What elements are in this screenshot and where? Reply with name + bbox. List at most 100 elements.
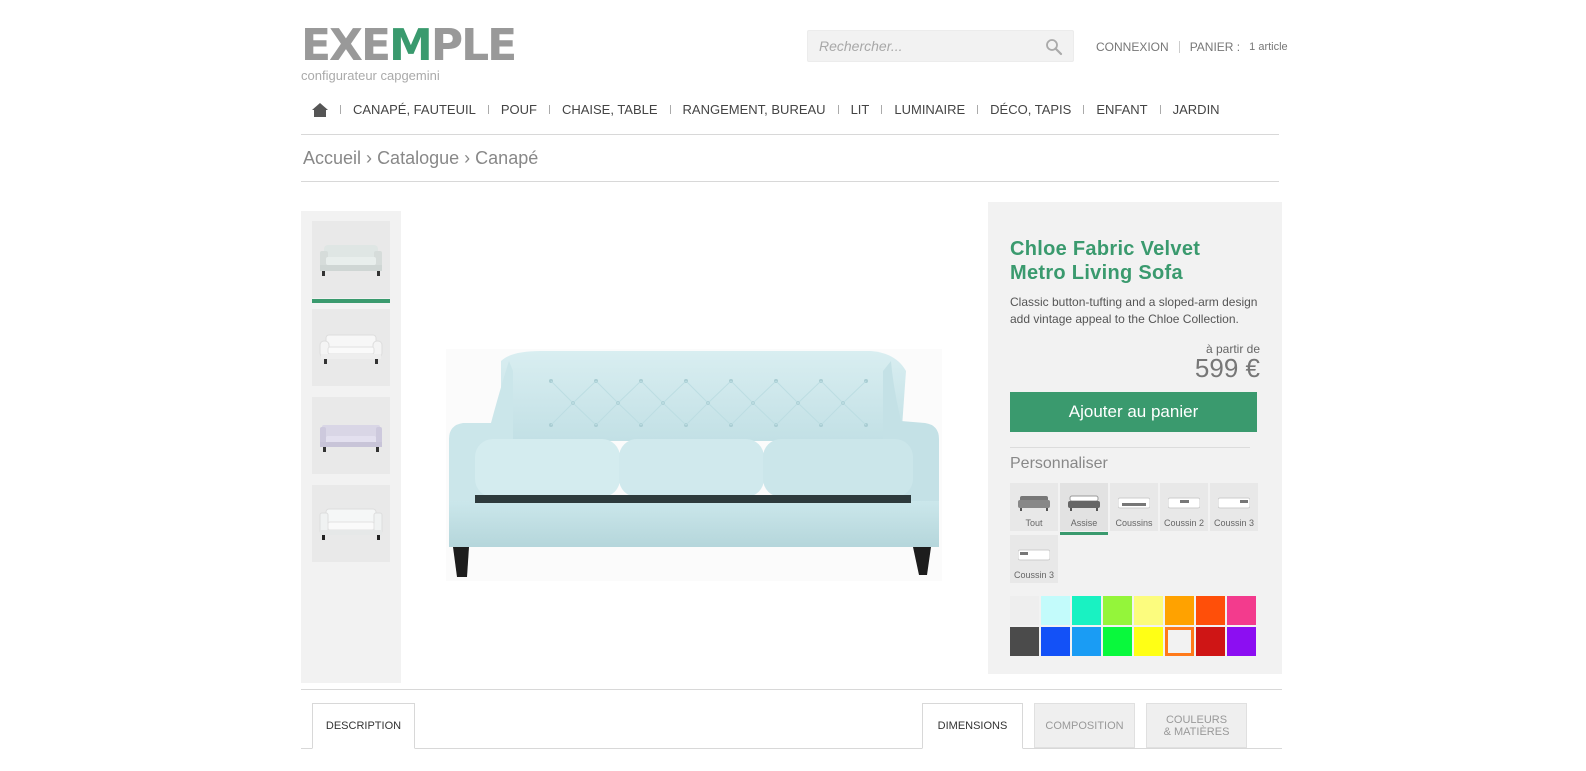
nav-divider xyxy=(669,105,671,114)
swatch-sky-blue[interactable] xyxy=(1072,627,1101,656)
sofa-thumbnail-icon xyxy=(320,245,382,276)
nav-item-luminaire[interactable]: LUMINAIRE xyxy=(894,102,965,117)
part-coussin-3[interactable]: Coussin 3 xyxy=(1210,483,1258,531)
breadcrumb-separator: › xyxy=(366,148,373,168)
swatch-selected[interactable] xyxy=(1165,627,1194,656)
product-price: 599 € xyxy=(1194,353,1260,383)
breadcrumb-catalogue[interactable]: Catalogue xyxy=(377,148,459,168)
tab-colors-line1: COULEURS xyxy=(1165,713,1228,726)
sofa-thumbnail-icon xyxy=(319,334,383,364)
swatch-light-gray[interactable] xyxy=(1010,596,1039,625)
search-icon[interactable] xyxy=(1045,38,1063,56)
logo-text-accent: M xyxy=(389,20,433,71)
tabs-baseline xyxy=(301,748,1282,749)
thumbnail-strip xyxy=(301,211,401,683)
breadcrumb-current: Canapé xyxy=(475,148,539,168)
sofa-cushions-icon xyxy=(1118,497,1150,509)
part-label: Coussin 3 xyxy=(1213,518,1255,528)
home-icon[interactable] xyxy=(312,102,328,117)
part-label: Coussin 3 xyxy=(1013,570,1055,580)
nav-item-chaise[interactable]: CHAISE, TABLE xyxy=(562,102,658,117)
main-nav: CANAPÉ, FAUTEUIL POUF CHAISE, TABLE RANG… xyxy=(312,102,1220,117)
swatch-pale-cyan[interactable] xyxy=(1041,596,1070,625)
nav-divider xyxy=(1159,105,1161,114)
sofa-seat-icon xyxy=(1068,495,1100,511)
nav-divider xyxy=(487,105,489,114)
cart-link[interactable]: PANIER : xyxy=(1190,40,1240,54)
product-panel: Chloe Fabric Velvet Metro Living Sofa Cl… xyxy=(988,202,1282,674)
search-input[interactable] xyxy=(808,31,1028,61)
sofa-full-icon xyxy=(1018,496,1050,511)
nav-item-deco[interactable]: DÉCO, TAPIS xyxy=(990,102,1071,117)
swatch-blue[interactable] xyxy=(1041,627,1070,656)
sofa-image xyxy=(446,349,942,581)
swatch-green[interactable] xyxy=(1103,627,1132,656)
cart-count[interactable]: 1 article xyxy=(1249,41,1288,53)
swatch-yellow[interactable] xyxy=(1134,627,1163,656)
product-main-image xyxy=(401,211,987,683)
logo-wordmark: EXEMPLE xyxy=(301,20,517,71)
breadcrumb: Accueil › Catalogue › Canapé xyxy=(303,148,538,169)
breadcrumb-separator: › xyxy=(464,148,471,168)
swatch-purple[interactable] xyxy=(1227,627,1256,656)
nav-divider xyxy=(837,105,839,114)
nav-item-jardin[interactable]: JARDIN xyxy=(1173,102,1220,117)
thumbnail-1[interactable] xyxy=(312,221,390,298)
login-link[interactable]: CONNEXION xyxy=(1096,40,1169,54)
swatch-orange[interactable] xyxy=(1165,596,1194,625)
swatch-dark-gray[interactable] xyxy=(1010,627,1039,656)
nav-divider xyxy=(977,105,979,114)
tab-colors-materials[interactable]: COULEURS & MATIÈRES xyxy=(1146,703,1247,748)
part-coussins[interactable]: Coussins xyxy=(1110,483,1158,531)
content-rule xyxy=(301,689,1282,690)
part-coussin-2[interactable]: Coussin 2 xyxy=(1160,483,1208,531)
divider xyxy=(1178,41,1180,53)
nav-item-enfant[interactable]: ENFANT xyxy=(1096,102,1147,117)
nav-item-canape[interactable]: CANAPÉ, FAUTEUIL xyxy=(353,102,476,117)
swatch-turquoise[interactable] xyxy=(1072,596,1101,625)
swatch-red-orange[interactable] xyxy=(1196,596,1225,625)
part-tout[interactable]: Tout xyxy=(1010,483,1058,531)
search-box xyxy=(807,30,1074,62)
nav-rule xyxy=(301,134,1279,135)
part-label: Coussins xyxy=(1115,518,1153,528)
thumbnail-3[interactable] xyxy=(312,397,390,474)
part-coussin-3b[interactable]: Coussin 3 xyxy=(1010,535,1058,583)
nav-divider xyxy=(340,105,341,114)
product-title: Chloe Fabric Velvet Metro Living Sofa xyxy=(1010,238,1201,284)
sofa-thumbnail-icon xyxy=(320,425,382,452)
swatch-pink[interactable] xyxy=(1227,596,1256,625)
swatch-red[interactable] xyxy=(1196,627,1225,656)
nav-item-rangement[interactable]: RANGEMENT, BUREAU xyxy=(683,102,826,117)
nav-divider xyxy=(881,105,883,114)
breadcrumb-home[interactable]: Accueil xyxy=(303,148,361,168)
nav-item-pouf[interactable]: POUF xyxy=(501,102,537,117)
customize-heading: Personnaliser xyxy=(1010,455,1108,472)
breadcrumb-rule xyxy=(301,181,1279,182)
thumbnail-active-indicator xyxy=(312,299,390,303)
part-active-indicator xyxy=(1060,532,1108,535)
sofa-cushion-icon xyxy=(1218,497,1250,509)
nav-divider xyxy=(1083,105,1085,114)
thumbnail-4[interactable] xyxy=(312,485,390,562)
site-logo[interactable]: EXEMPLE configurateur capgemini xyxy=(301,20,517,84)
logo-text-end: PLE xyxy=(430,20,517,71)
tab-composition[interactable]: COMPOSITION xyxy=(1034,703,1135,748)
tab-colors-line2: & MATIÈRES xyxy=(1163,725,1230,738)
account-links: CONNEXION PANIER : 1 article xyxy=(1096,40,1288,54)
sofa-cushion-icon xyxy=(1018,549,1050,561)
thumbnail-2[interactable] xyxy=(312,309,390,386)
product-description: Classic button-tufting and a sloped-arm … xyxy=(1010,295,1258,326)
swatch-pale-yellow[interactable] xyxy=(1134,596,1163,625)
tab-description[interactable]: DESCRIPTION xyxy=(312,703,415,749)
part-assise[interactable]: Assise xyxy=(1060,483,1108,535)
part-label: Tout xyxy=(1025,518,1043,528)
sofa-thumbnail-icon xyxy=(319,508,383,540)
panel-divider xyxy=(1010,447,1250,448)
add-to-cart-button[interactable]: Ajouter au panier xyxy=(1010,392,1257,432)
tab-dimensions[interactable]: DIMENSIONS xyxy=(922,703,1023,749)
swatch-lime[interactable] xyxy=(1103,596,1132,625)
nav-item-lit[interactable]: LIT xyxy=(851,102,870,117)
part-label: Assise xyxy=(1070,518,1098,528)
logo-text-start: EXE xyxy=(301,20,391,71)
